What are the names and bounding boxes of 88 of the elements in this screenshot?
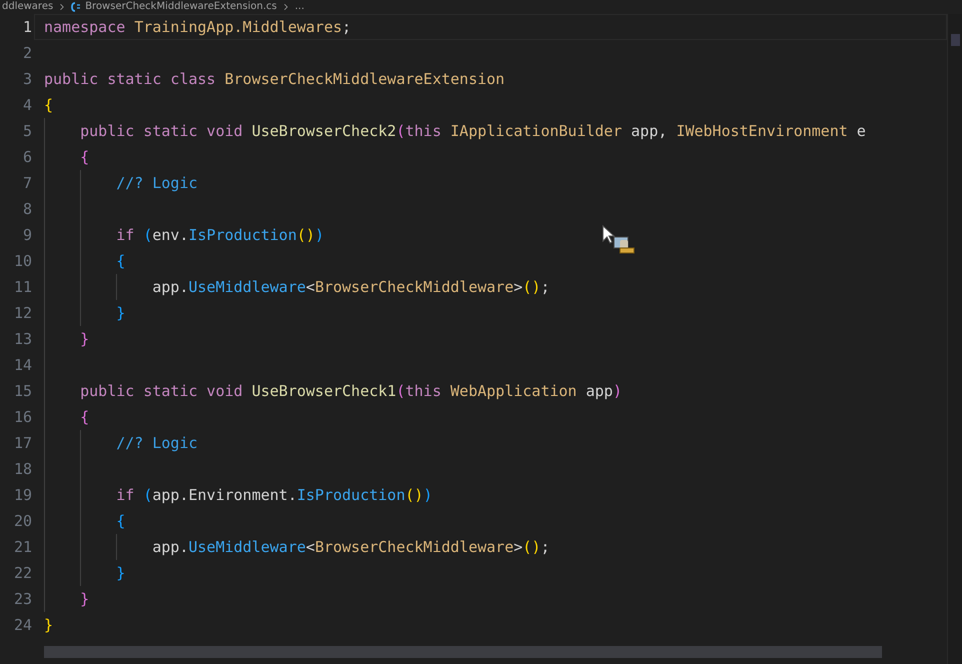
- line-number: 17: [12, 433, 33, 454]
- code-token: }: [115, 304, 126, 322]
- code-token: UseBrowserCheck1: [252, 382, 396, 400]
- code-token: >: [514, 278, 523, 296]
- code-token: this: [405, 382, 442, 400]
- code-token: IApplicationBuilder: [450, 122, 622, 140]
- breadcrumb-item[interactable]: ddlewares: [2, 1, 54, 13]
- line-number: 8: [22, 199, 33, 220]
- code-token: //? Logic: [115, 434, 198, 452]
- code-token: }: [44, 616, 54, 634]
- line-number: 12: [12, 303, 33, 324]
- line-number: 19: [12, 485, 33, 506]
- line-number: 14: [12, 355, 33, 376]
- code-token: {: [115, 512, 126, 530]
- code-token: IWebHostEnvironment: [676, 122, 848, 140]
- code-token: app,: [630, 122, 668, 140]
- code-token: IsProduction: [188, 226, 297, 244]
- code-token: ;: [342, 18, 352, 36]
- code-token: (: [143, 486, 152, 504]
- code-token: (: [396, 122, 406, 140]
- code-token: >: [514, 538, 523, 556]
- code-token: env.: [152, 226, 188, 244]
- code-token: namespace: [44, 18, 126, 36]
- code-token: (): [405, 486, 424, 504]
- horizontal-scrollbar[interactable]: [44, 646, 882, 658]
- line-number: 10: [12, 251, 33, 272]
- line-number: 20: [12, 511, 33, 532]
- code-token: UseMiddleware: [188, 538, 306, 556]
- line-number: 4: [22, 95, 33, 116]
- code-token: public static void: [79, 382, 244, 400]
- line-number: 7: [22, 173, 33, 194]
- code-token: UseMiddleware: [188, 278, 306, 296]
- code-token: {: [79, 408, 90, 426]
- line-number: 22: [12, 563, 33, 584]
- line-number: 21: [12, 537, 33, 558]
- code-token: {: [79, 148, 90, 166]
- code-token: BrowserCheckMiddleware: [314, 538, 514, 556]
- code-token: <: [306, 278, 315, 296]
- line-number: 16: [12, 407, 33, 428]
- line-number: 13: [12, 329, 33, 350]
- code-token: ): [612, 382, 622, 400]
- breadcrumb-item[interactable]: ...: [294, 1, 304, 13]
- code-token: ;: [540, 538, 550, 556]
- line-number: 18: [12, 459, 33, 480]
- code-token: BrowserCheckMiddleware: [314, 278, 514, 296]
- code-token: WebApplication: [450, 382, 577, 400]
- code-token: TrainingApp.Middlewares: [134, 18, 342, 36]
- code-token: IsProduction: [296, 486, 406, 504]
- line-number: 3: [22, 69, 33, 90]
- code-token: //? Logic: [115, 174, 198, 192]
- code-token: public static void: [79, 122, 244, 140]
- line-number: 6: [22, 147, 33, 168]
- code-token: UseBrowserCheck2: [252, 122, 396, 140]
- code-token: e: [856, 122, 866, 140]
- code-token: (: [396, 382, 406, 400]
- line-number: 2: [22, 43, 33, 64]
- code-token: app: [584, 382, 613, 400]
- code-token: <: [306, 538, 315, 556]
- code-token: }: [79, 330, 90, 348]
- code-token: {: [115, 252, 126, 270]
- code-token: BrowserCheckMiddlewareExtension: [224, 70, 505, 88]
- code-token: (): [522, 538, 541, 556]
- line-number: 9: [22, 225, 33, 246]
- line-number: 11: [12, 277, 33, 298]
- code-token: this: [405, 122, 442, 140]
- breadcrumb-item[interactable]: BrowserCheckMiddlewareExtension.cs: [85, 1, 277, 13]
- code-token: (: [143, 226, 152, 244]
- code-token: ): [423, 486, 432, 504]
- line-number: 15: [12, 381, 33, 402]
- code-token: app.Environment.: [152, 486, 297, 504]
- minimap[interactable]: [947, 14, 962, 664]
- line-number: 23: [12, 589, 33, 610]
- code-token: if: [115, 226, 136, 244]
- line-number: 24: [12, 615, 33, 636]
- code-token: public static class: [44, 70, 217, 88]
- code-token: if: [115, 486, 136, 504]
- code-token: ): [314, 226, 324, 244]
- code-token: (): [296, 226, 315, 244]
- code-token: {: [44, 96, 54, 114]
- line-number: 1: [22, 17, 33, 38]
- csharp-file-icon: [71, 2, 82, 12]
- code-token: app.: [151, 538, 188, 556]
- code-token: app.: [151, 278, 188, 296]
- code-token: (): [522, 278, 541, 296]
- line-number: 5: [22, 121, 33, 142]
- code-token: ;: [540, 278, 550, 296]
- code-token: }: [115, 564, 126, 582]
- code-token: }: [79, 590, 90, 608]
